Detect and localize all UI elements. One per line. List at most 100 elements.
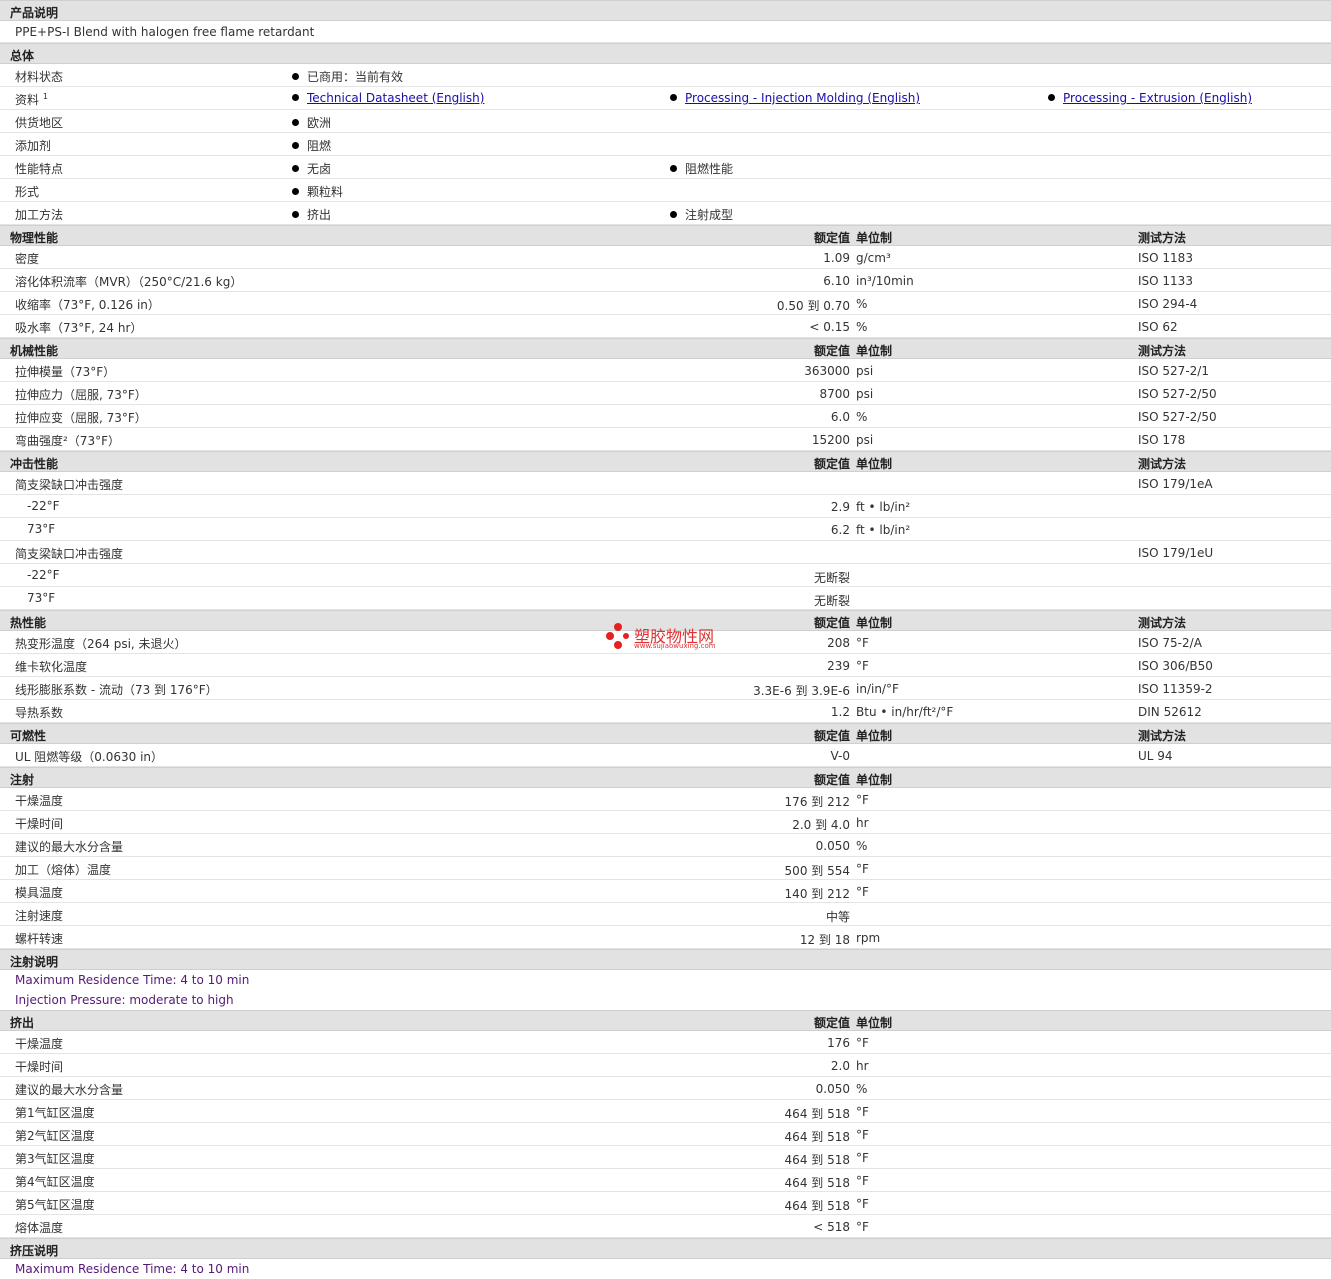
section-title: 挤出 xyxy=(10,1016,35,1030)
document-link[interactable]: Processing - Injection Molding (English) xyxy=(685,91,920,105)
property-unit: % xyxy=(856,297,868,311)
bullet-text: 阻燃性能 xyxy=(685,162,734,176)
property-unit: °F xyxy=(856,1105,869,1119)
general-rows: 材料状态 已商用：当前有效 资料 1 Technical Datasheet (Eng… xyxy=(0,64,1331,225)
document-link[interactable]: Technical Datasheet (English) xyxy=(307,91,484,105)
property-label: 弯曲强度²（73°F） xyxy=(15,434,120,448)
property-unit: in/in/°F xyxy=(856,682,899,696)
bullet-item: 挤出 xyxy=(292,206,331,223)
property-unit: % xyxy=(856,839,868,853)
property-row: 拉伸应变（屈服, 73°F） 6.0% ISO 527-2/50 xyxy=(0,405,1331,428)
watermark: 塑胶物性网 www.sujiaowuxing.com xyxy=(604,621,734,655)
property-label: -22°F xyxy=(27,499,60,513)
property-unit: in³/10min xyxy=(856,274,914,288)
general-row: 加工方法 挤出 注射成型 xyxy=(0,202,1331,225)
general-row: 形式 颗粒料 xyxy=(0,179,1331,202)
section-title: 冲击性能 xyxy=(10,457,59,471)
column-header-unit: 单位制 xyxy=(856,1016,893,1030)
column-header-method: 测试方法 xyxy=(1138,231,1187,245)
section-title: 可燃性 xyxy=(10,729,47,743)
property-row: 干燥温度 176 °F xyxy=(0,1031,1331,1054)
property-label: 熔体温度 xyxy=(15,1221,64,1235)
property-unit: °F xyxy=(856,793,869,807)
property-row: 第5气缸区温度 464 到 518 °F xyxy=(0,1192,1331,1215)
bullet-icon xyxy=(670,211,677,218)
property-unit: Btu • in/hr/ft²/°F xyxy=(856,705,954,719)
property-value: 2.0 到 4.0 xyxy=(792,818,850,832)
property-test-method: DIN 52612 xyxy=(1138,705,1202,719)
property-row: 收缩率（73°F, 0.126 in） 0.50 到 0.70% ISO 294-4 xyxy=(0,292,1331,315)
document-link-item[interactable]: Processing - Extrusion (English) xyxy=(1048,91,1252,105)
property-row: 干燥时间 2.0 到 4.0 hr xyxy=(0,811,1331,834)
bullet-item: 颗粒料 xyxy=(292,183,343,200)
property-unit: psi xyxy=(856,387,874,401)
note-text: Maximum Residence Time: 4 to 10 min xyxy=(15,973,250,987)
property-row: UL 阻燃等级（0.0630 in） V-0 UL 94 xyxy=(0,744,1331,767)
property-label: 注射速度 xyxy=(15,909,64,923)
property-label: 维卡软化温度 xyxy=(15,660,88,674)
property-label: 拉伸模量（73°F） xyxy=(15,365,116,379)
property-test-method: ISO 1183 xyxy=(1138,251,1193,265)
property-label: 简支梁缺口冲击强度 xyxy=(15,547,124,561)
property-unit: psi xyxy=(856,433,874,447)
property-row: 第3气缸区温度 464 到 518 °F xyxy=(0,1146,1331,1169)
property-row: 第1气缸区温度 464 到 518 °F xyxy=(0,1100,1331,1123)
property-label: 导热系数 xyxy=(15,706,64,720)
document-link[interactable]: Processing - Extrusion (English) xyxy=(1063,91,1252,105)
column-header-method: 测试方法 xyxy=(1138,457,1187,471)
property-row: 模具温度 140 到 212 °F xyxy=(0,880,1331,903)
document-link-item[interactable]: Processing - Injection Molding (English) xyxy=(670,91,920,105)
bullet-text: 无卤 xyxy=(307,162,332,176)
property-test-method: ISO 527-2/50 xyxy=(1138,410,1217,424)
property-unit: g/cm³ xyxy=(856,251,891,265)
property-row: 加工（熔体）温度 500 到 554 °F xyxy=(0,857,1331,880)
section-title: 物理性能 xyxy=(10,231,59,245)
property-value: 176 xyxy=(827,1036,850,1050)
section-title: 注射 xyxy=(10,773,35,787)
property-label: 建议的最大水分含量 xyxy=(15,1083,124,1097)
section-title: 注射说明 xyxy=(10,955,59,969)
column-header-method: 测试方法 xyxy=(1138,729,1187,743)
property-test-method: ISO 527-2/50 xyxy=(1138,387,1217,401)
property-value: V-0 xyxy=(830,749,850,763)
watermark-url: www.sujiaowuxing.com xyxy=(634,642,716,650)
section-header-impact: 冲击性能 额定值 单位制 测试方法 xyxy=(0,451,1331,472)
section-header-extrusion-notes: 挤压说明 xyxy=(0,1238,1331,1259)
product-description-text: PPE+PS-I Blend with halogen free flame r… xyxy=(15,25,315,39)
property-value: 6.2 xyxy=(830,523,850,537)
property-value: 500 到 554 xyxy=(784,864,850,878)
property-label: 第3气缸区温度 xyxy=(15,1152,95,1166)
note-text: Injection Pressure: moderate to high xyxy=(15,993,234,1007)
column-header-unit: 单位制 xyxy=(856,344,893,358)
general-row-label: 供货地区 xyxy=(15,114,63,131)
property-label: -22°F xyxy=(27,568,60,582)
property-test-method: ISO 179/1eA xyxy=(1138,477,1213,491)
datasheet: 产品说明 PPE+PS-I Blend with halogen free fl… xyxy=(0,0,1331,1279)
property-label: 干燥温度 xyxy=(15,794,64,808)
general-row: 性能特点 无卤 阻燃性能 xyxy=(0,156,1331,179)
property-row: 第2气缸区温度 464 到 518 °F xyxy=(0,1123,1331,1146)
property-value: 8700 xyxy=(819,387,850,401)
section-header-flammability: 可燃性 额定值 单位制 测试方法 xyxy=(0,723,1331,744)
property-value: 1.09 xyxy=(823,251,850,265)
section-title: 热性能 xyxy=(10,616,47,630)
section-title: 产品说明 xyxy=(10,6,59,20)
property-row: 注射速度 中等 xyxy=(0,903,1331,926)
property-row: 密度 1.09 g/cm³ ISO 1183 xyxy=(0,246,1331,269)
property-unit: °F xyxy=(856,1128,869,1142)
column-header-nominal: 额定值 xyxy=(813,344,850,358)
property-unit: % xyxy=(856,320,868,334)
property-test-method: ISO 62 xyxy=(1138,320,1178,334)
document-link-item[interactable]: Technical Datasheet (English) xyxy=(292,91,484,105)
general-row: 资料 1 Technical Datasheet (English) Process… xyxy=(0,87,1331,110)
bullet-icon xyxy=(292,165,299,172)
general-row-label-text: 性能特点 xyxy=(15,162,64,176)
column-header-unit: 单位制 xyxy=(856,729,893,743)
property-label: 线形膨胀系数 - 流动（73 到 176°F） xyxy=(15,683,218,697)
property-value: 0.050 xyxy=(815,839,850,853)
property-row: 弯曲强度²（73°F） 15200 psi ISO 178 xyxy=(0,428,1331,451)
general-row-label: 添加剂 xyxy=(15,137,51,154)
property-label: 模具温度 xyxy=(15,886,64,900)
property-test-method: ISO 1133 xyxy=(1138,274,1193,288)
property-label: 热变形温度（264 psi, 未退火） xyxy=(15,637,187,651)
